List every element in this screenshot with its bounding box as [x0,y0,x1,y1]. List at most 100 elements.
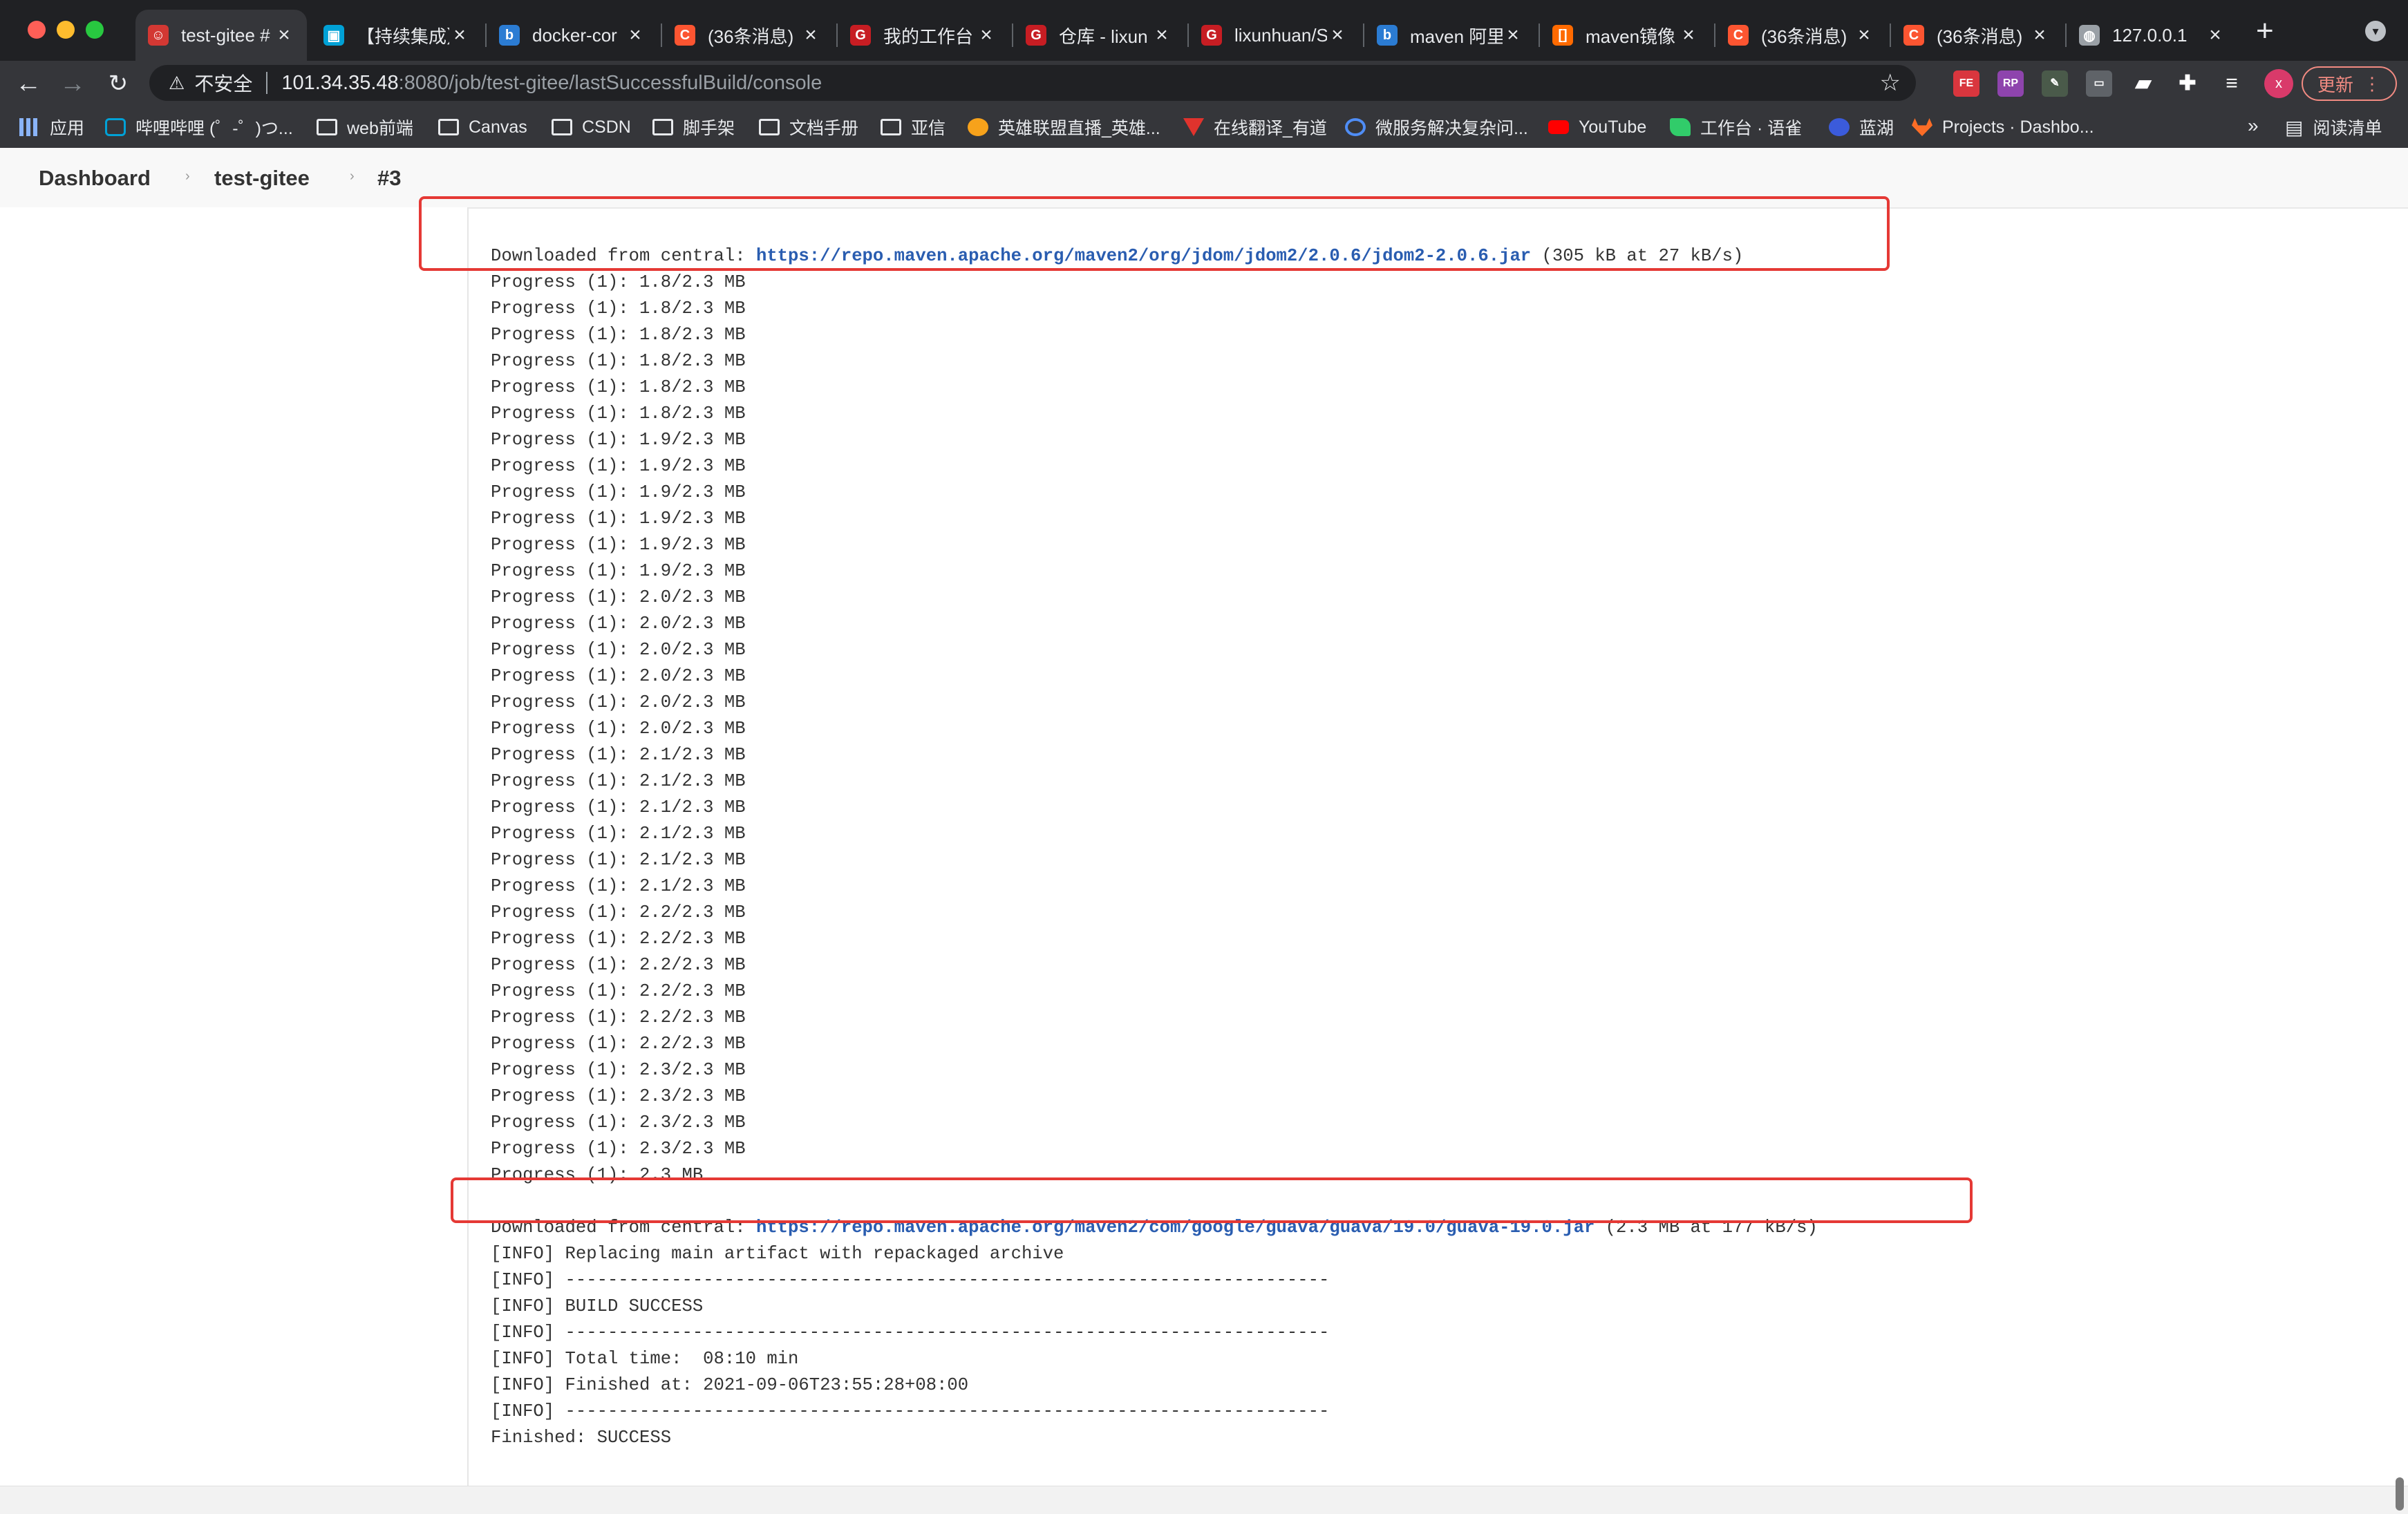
tab-close-icon[interactable]: × [1503,23,1523,47]
bookmark-item[interactable]: 脚手架 [652,106,735,148]
browser-tab[interactable]: G 仓库 - lixun × [1013,10,1185,61]
progress-line: Progress (1): 1.8/2.3 MB [491,351,746,371]
not-secure-label: 不安全 [194,73,253,95]
csdn-icon: C [1903,25,1924,46]
browser-tab[interactable]: [] maven镜像 × [1540,10,1711,61]
apps-grid-icon [19,118,40,136]
progress-line: Progress (1): 2.1/2.3 MB [491,824,746,844]
bookmark-item[interactable]: 蓝湖 [1829,106,1894,148]
aliyun-icon: [] [1552,25,1573,46]
more-bookmarks-chevron-icon[interactable]: » [2248,115,2259,137]
browser-tab[interactable]: G 我的工作台 × [838,10,1009,61]
folder-icon [317,119,337,135]
bookmark-item[interactable]: Canvas [438,106,527,148]
back-arrow-icon[interactable]: ← [10,65,47,102]
browser-tab[interactable]: b maven 阿里 × [1364,10,1536,61]
console-line: Finished: SUCCESS [491,1428,672,1448]
tab-close-icon[interactable]: × [1678,23,1699,47]
rp-extension-icon[interactable]: RP [1997,70,2024,97]
leaf-extension-icon[interactable]: ✎ [2042,70,2068,97]
warning-triangle-icon: ⚠ [169,72,185,93]
progress-line: Progress (1): 2.0/2.3 MB [491,692,746,712]
browser-tab[interactable]: C (36条消息) × [1891,10,2062,61]
url-path: :8080/job/test-gitee/lastSuccessfulBuild… [398,71,822,94]
address-bar[interactable]: ⚠ 不安全 101.34.35.48:8080/job/test-gitee/l… [149,65,1916,101]
reading-list-button[interactable]: ▤ 阅读清单 [2285,106,2382,148]
highlight-box-guava [451,1177,1973,1223]
new-tab-button[interactable]: + [2256,14,2274,48]
console-line: [INFO] BUILD SUCCESS [491,1296,704,1316]
tab-close-icon[interactable]: × [1151,23,1172,47]
breadcrumb-chevron-icon[interactable]: › [185,169,190,184]
bookmark-item[interactable]: 应用 [19,106,84,148]
browser-tab[interactable]: C (36条消息) × [662,10,834,61]
tab-close-icon[interactable]: × [2029,23,2050,47]
progress-line: Progress (1): 1.9/2.3 MB [491,509,746,529]
gitee-icon: G [1201,25,1222,46]
more-vert-icon: ⋮ [2363,73,2381,94]
progress-line: Progress (1): 1.9/2.3 MB [491,456,746,476]
lanhu-icon [1829,118,1850,136]
window-close-button[interactable] [28,21,46,39]
bing-icon: b [1377,25,1398,46]
bookmark-item[interactable]: 微服务解决复杂问... [1345,106,1528,148]
update-button[interactable]: 更新 ⋮ [2302,66,2397,101]
bing-icon: b [499,25,520,46]
tab-search-chevron-icon[interactable]: ▾ [2365,21,2386,41]
browser-tab[interactable]: ☺ test-gitee # × [135,10,307,61]
fe-extension-icon[interactable]: FE [1953,70,1979,97]
bookmark-item[interactable]: 哔哩哔哩 (゜-゜)つ... [105,106,293,148]
browser-tab[interactable]: ▣ 【持续集成】× [311,10,482,61]
bookmark-label: Canvas [469,117,527,137]
forward-arrow-icon[interactable]: → [54,65,91,102]
browser-tab[interactable]: Glixunhuan/S × [1189,10,1360,61]
progress-line: Progress (1): 1.8/2.3 MB [491,272,746,292]
tab-close-icon[interactable]: × [449,23,470,47]
douyu-icon [968,118,988,136]
tab-close-icon[interactable]: × [1854,23,1874,47]
bookmark-item[interactable]: 亚信 [881,106,946,148]
bookmark-item[interactable]: 文档手册 [759,106,858,148]
bookmark-item[interactable]: YouTube [1548,106,1646,148]
bookmark-item[interactable]: web前端 [317,106,413,148]
breadcrumb-chevron-icon[interactable]: › [350,169,355,184]
tab-close-icon[interactable]: × [2205,23,2226,47]
tab-close-icon[interactable]: × [625,23,646,47]
progress-line: Progress (1): 2.2/2.3 MB [491,902,746,922]
horizontal-scrollbar[interactable] [0,1486,2408,1514]
bookmark-item[interactable]: 工作台 · 语雀 [1670,106,1802,148]
chat-extension-icon[interactable]: ▰ [2130,70,2156,97]
browser-tab[interactable]: C (36条消息) × [1715,10,1887,61]
vertical-scrollbar-thumb[interactable] [2396,1477,2404,1511]
puzzle-extensions-icon[interactable]: ✚ [2174,70,2201,97]
tab-close-icon[interactable]: × [800,23,821,47]
bookmark-item[interactable]: 在线翻译_有道 [1183,106,1327,148]
url-text[interactable]: 101.34.35.48:8080/job/test-gitee/lastSuc… [281,72,822,95]
bookmark-item[interactable]: CSDN [552,106,631,148]
breadcrumb-dashboard-link[interactable]: Dashboard [39,166,151,191]
window-minimize-button[interactable] [57,21,75,39]
progress-line: Progress (1): 2.1/2.3 MB [491,745,746,765]
browser-tab[interactable]: ◍ 127.0.0.1 × [2067,10,2238,61]
browser-tab-strip: ☺test-gitee #×▣【持续集成】×bdocker-cor×C(36条消… [0,0,2408,61]
tab-close-icon[interactable]: × [976,23,997,47]
bilibili-icon: ▣ [323,25,344,46]
bookmark-item[interactable]: Projects · Dashbo... [1912,106,2094,148]
bookmark-label: 在线翻译_有道 [1214,119,1327,138]
browser-tab[interactable]: b docker-cor × [487,10,658,61]
screenshot-extension-icon[interactable]: ▭ [2086,70,2112,97]
breadcrumb-build-link[interactable]: #3 [377,166,401,191]
window-maximize-button[interactable] [86,21,104,39]
address-divider [266,72,268,94]
media-queue-icon[interactable]: ≡ [2219,70,2245,97]
profile-avatar[interactable]: x [2264,69,2293,98]
bookmark-item[interactable]: 英雄联盟直播_英雄... [968,106,1160,148]
highlight-box-jdom2 [419,196,1890,271]
breadcrumb-job-link[interactable]: test-gitee [214,166,310,191]
tab-close-icon[interactable]: × [274,23,294,47]
tab-close-icon[interactable]: × [1327,23,1348,47]
bookmark-star-icon[interactable]: ☆ [1880,69,1901,97]
reload-icon[interactable]: ↻ [100,65,137,102]
console-line: [INFO] Total time: 08:10 min [491,1349,799,1369]
tab-title: lixunhuan/S [1234,24,1327,46]
